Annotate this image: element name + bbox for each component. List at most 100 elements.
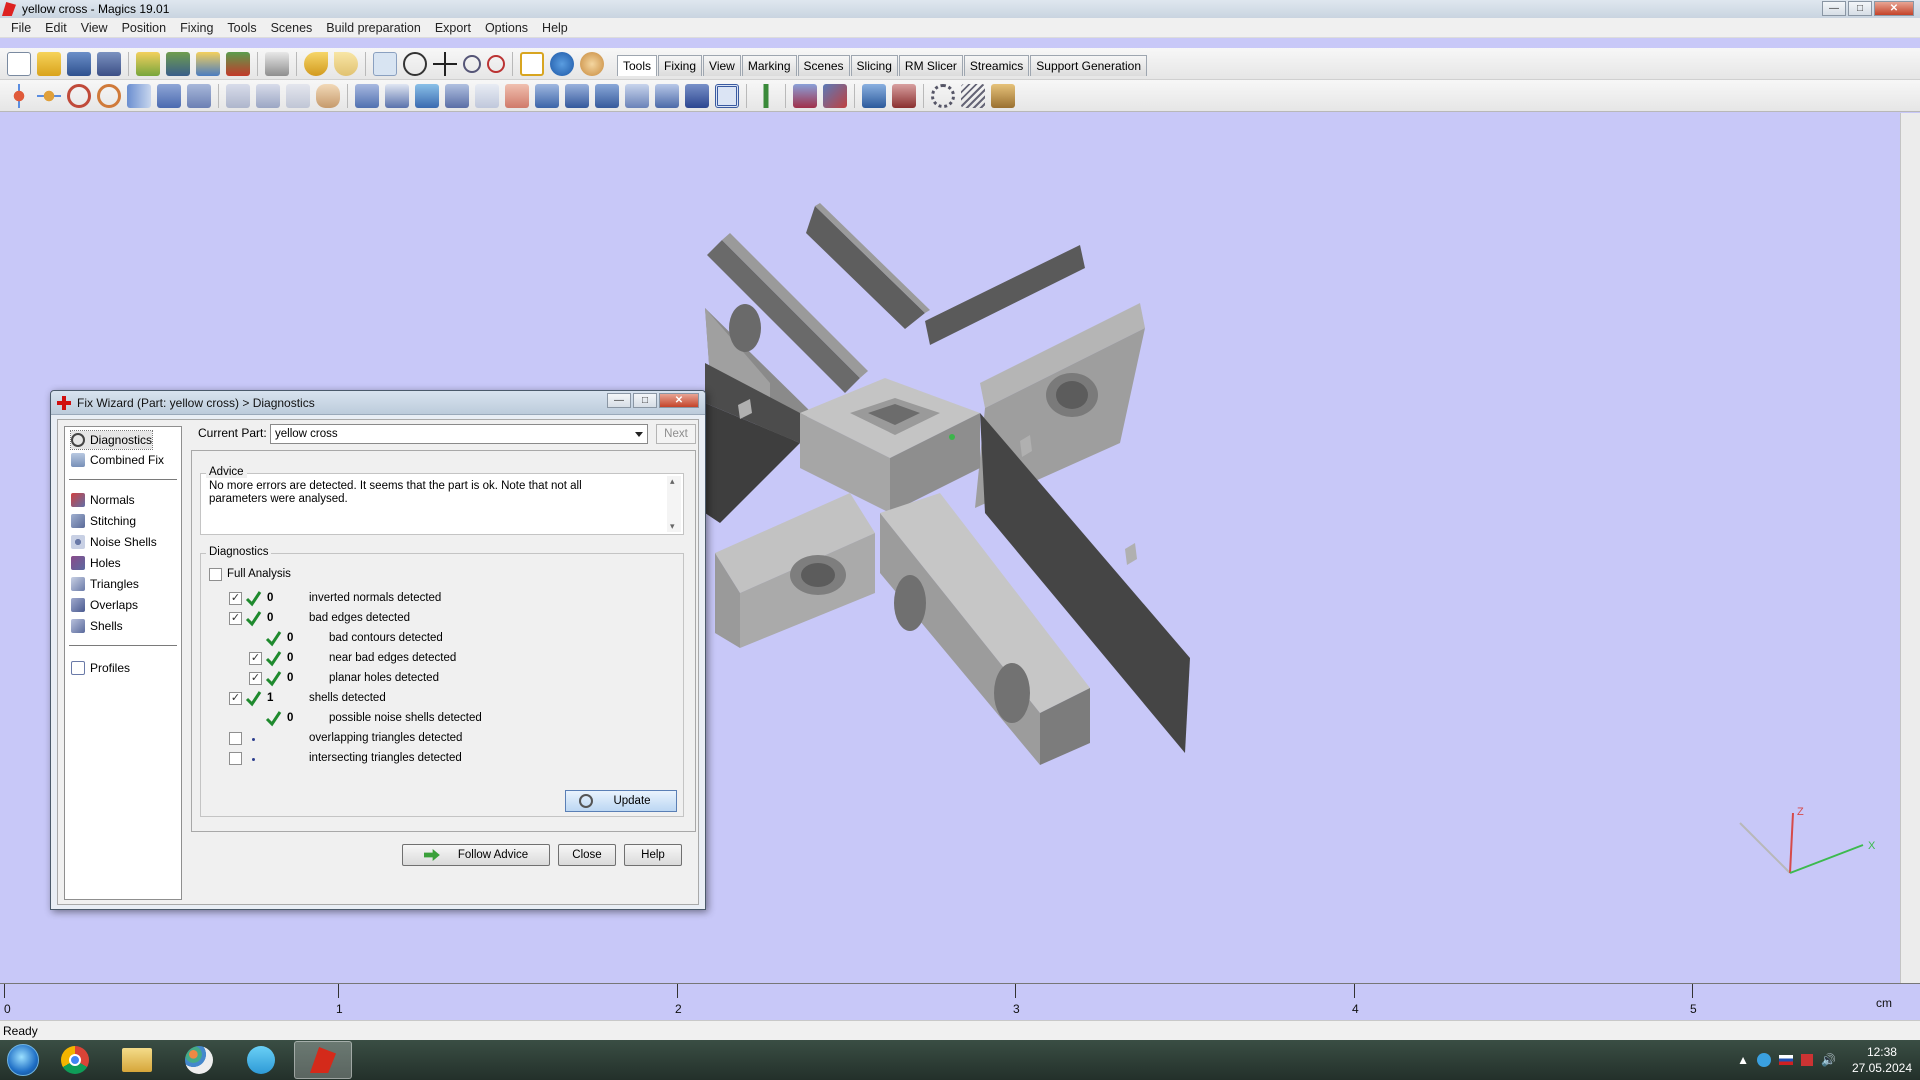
part-info-icon[interactable] bbox=[862, 83, 886, 108]
nav-noise-shells[interactable]: Noise Shells bbox=[71, 533, 157, 551]
help-button[interactable]: Help bbox=[624, 844, 682, 866]
nav-shells[interactable]: Shells bbox=[71, 617, 123, 635]
maximize-button[interactable]: □ bbox=[1848, 1, 1872, 16]
tab-fixing[interactable]: Fixing bbox=[658, 54, 703, 76]
taskbar-paint[interactable] bbox=[170, 1041, 228, 1079]
tab-rm-slicer[interactable]: RM Slicer bbox=[898, 54, 963, 76]
save-part-icon[interactable] bbox=[166, 51, 190, 76]
row-checkbox[interactable]: ✓ bbox=[249, 672, 262, 685]
dialog-maximize-button[interactable]: □ bbox=[633, 393, 657, 408]
language-flag-icon[interactable] bbox=[1778, 1055, 1793, 1065]
tab-scenes[interactable]: Scenes bbox=[797, 54, 850, 76]
perforate-icon[interactable] bbox=[565, 83, 589, 108]
merge-icon[interactable] bbox=[256, 83, 280, 108]
undo-icon[interactable] bbox=[304, 51, 328, 76]
scale-icon[interactable] bbox=[157, 83, 181, 108]
hollow-icon[interactable] bbox=[355, 83, 379, 108]
dialog-minimize-button[interactable]: — bbox=[607, 393, 631, 408]
taskbar-chrome[interactable] bbox=[46, 1041, 104, 1079]
menu-tools[interactable]: Tools bbox=[220, 21, 263, 35]
network-globe-icon[interactable] bbox=[1756, 1053, 1771, 1067]
full-analysis-checkbox[interactable] bbox=[209, 568, 222, 581]
label-icon[interactable] bbox=[385, 83, 409, 108]
update-button[interactable]: Update bbox=[565, 790, 677, 812]
offset-icon[interactable] bbox=[445, 83, 469, 108]
measure-icon[interactable] bbox=[793, 83, 817, 108]
checklist-icon[interactable] bbox=[520, 51, 544, 76]
nav-stitching[interactable]: Stitching bbox=[71, 512, 136, 530]
frame-icon[interactable] bbox=[715, 83, 739, 108]
action-center-flag-icon[interactable] bbox=[1800, 1054, 1813, 1066]
menu-edit[interactable]: Edit bbox=[38, 21, 74, 35]
duplicate-icon[interactable] bbox=[187, 83, 211, 108]
nav-combined-fix[interactable]: Combined Fix bbox=[71, 451, 164, 469]
extrude-icon[interactable] bbox=[475, 83, 499, 108]
open-folder-icon[interactable] bbox=[37, 51, 61, 76]
advice-scrollbar[interactable] bbox=[667, 476, 681, 532]
follow-advice-button[interactable]: Follow Advice bbox=[402, 844, 550, 866]
menu-scenes[interactable]: Scenes bbox=[264, 21, 320, 35]
close-window-button[interactable]: ✕ bbox=[1874, 1, 1914, 16]
menu-position[interactable]: Position bbox=[115, 21, 173, 35]
taskbar-magics[interactable] bbox=[294, 1041, 352, 1079]
interactive-rotate-icon[interactable] bbox=[97, 83, 121, 108]
volume-icon[interactable]: 🔊 bbox=[1821, 1053, 1836, 1067]
dialog-titlebar[interactable]: Fix Wizard (Part: yellow cross) > Diagno… bbox=[51, 391, 705, 415]
shell-icon[interactable] bbox=[505, 83, 529, 108]
punch-icon[interactable] bbox=[535, 83, 559, 108]
fix-wizard-icon[interactable] bbox=[892, 83, 916, 108]
rotate-view-icon[interactable] bbox=[403, 51, 427, 76]
wave-icon[interactable] bbox=[961, 83, 985, 108]
menu-fixing[interactable]: Fixing bbox=[173, 21, 220, 35]
menu-export[interactable]: Export bbox=[428, 21, 478, 35]
import-part-icon[interactable] bbox=[136, 51, 160, 76]
nav-triangles[interactable]: Triangles bbox=[71, 575, 139, 593]
row-checkbox[interactable] bbox=[229, 752, 242, 765]
tab-support-generation[interactable]: Support Generation bbox=[1030, 54, 1148, 76]
row-checkbox[interactable]: ✓ bbox=[229, 592, 242, 605]
whats-this-icon[interactable] bbox=[580, 51, 604, 76]
taskbar-explorer[interactable] bbox=[108, 1041, 166, 1079]
tray-expand-icon[interactable]: ▲ bbox=[1737, 1053, 1749, 1067]
hand-grab-icon[interactable] bbox=[316, 83, 340, 108]
tab-view[interactable]: View bbox=[703, 54, 741, 76]
tab-streamics[interactable]: Streamics bbox=[963, 54, 1030, 76]
clock[interactable]: 12:38 27.05.2024 bbox=[1852, 1044, 1912, 1076]
translate-to-default-icon[interactable] bbox=[37, 83, 61, 108]
vertical-scrollbar[interactable] bbox=[1900, 113, 1920, 983]
box-icon[interactable] bbox=[685, 83, 709, 108]
pan-view-icon[interactable] bbox=[433, 51, 457, 76]
print-icon[interactable] bbox=[265, 51, 289, 76]
nav-profiles[interactable]: Profiles bbox=[71, 659, 130, 677]
menu-options[interactable]: Options bbox=[478, 21, 535, 35]
row-checkbox[interactable] bbox=[229, 732, 242, 745]
load-scene-icon[interactable] bbox=[196, 51, 220, 76]
measure-distance-icon[interactable] bbox=[823, 83, 847, 108]
split-icon[interactable] bbox=[286, 83, 310, 108]
next-button[interactable]: Next bbox=[656, 424, 696, 444]
align-icon[interactable] bbox=[754, 83, 778, 108]
nav-overlaps[interactable]: Overlaps bbox=[71, 596, 138, 614]
minimize-button[interactable]: — bbox=[1822, 1, 1846, 16]
start-button[interactable] bbox=[0, 1040, 46, 1080]
select-pointer-icon[interactable] bbox=[373, 51, 397, 76]
close-button[interactable]: Close bbox=[558, 844, 616, 866]
menu-build-preparation[interactable]: Build preparation bbox=[319, 21, 428, 35]
menu-file[interactable]: File bbox=[4, 21, 38, 35]
translate-icon[interactable] bbox=[7, 83, 31, 108]
save-as-icon[interactable] bbox=[97, 51, 121, 76]
tab-marking[interactable]: Marking bbox=[741, 54, 797, 76]
lattice-icon[interactable] bbox=[595, 83, 619, 108]
menu-view[interactable]: View bbox=[74, 21, 115, 35]
smooth-icon[interactable] bbox=[625, 83, 649, 108]
settings-icon[interactable] bbox=[931, 83, 955, 108]
taskbar-vpn[interactable] bbox=[232, 1041, 290, 1079]
zoom-window-icon[interactable] bbox=[487, 54, 505, 73]
nav-diagnostics[interactable]: Diagnostics bbox=[69, 430, 154, 450]
new-file-icon[interactable] bbox=[7, 51, 31, 76]
package-icon[interactable] bbox=[991, 83, 1015, 108]
save-icon[interactable] bbox=[67, 51, 91, 76]
row-checkbox[interactable]: ✓ bbox=[249, 652, 262, 665]
nav-holes[interactable]: Holes bbox=[71, 554, 121, 572]
menu-help[interactable]: Help bbox=[535, 21, 575, 35]
